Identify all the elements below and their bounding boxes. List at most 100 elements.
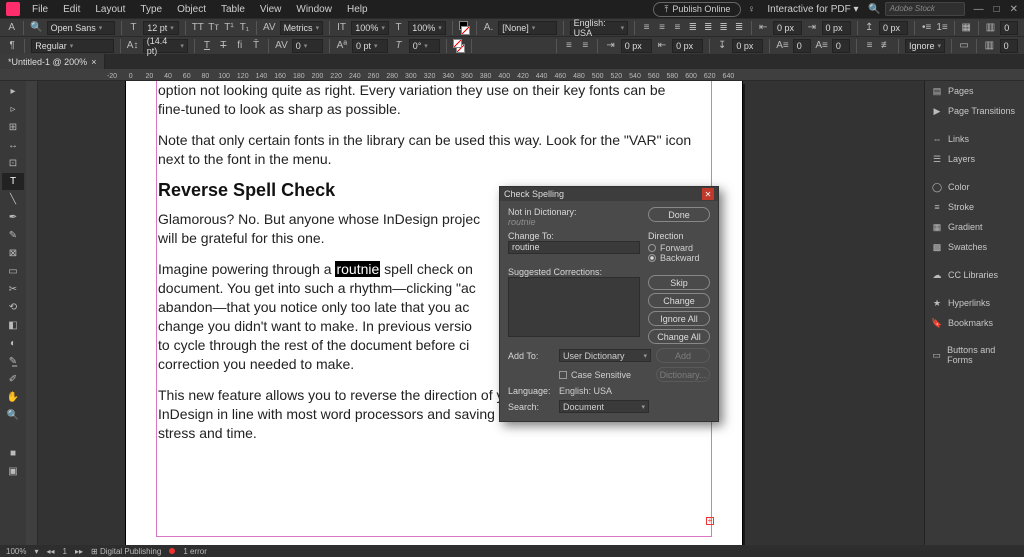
case-sensitive-checkbox[interactable]: Case Sensitive bbox=[559, 370, 631, 380]
shading-icon[interactable]: ▦ bbox=[961, 21, 972, 35]
content-collector-tool-icon[interactable]: ⊡ bbox=[2, 155, 24, 172]
character-formatting-icon[interactable]: A bbox=[6, 21, 17, 35]
font-size-field[interactable]: 12 pt bbox=[143, 21, 179, 35]
tab-close-icon[interactable]: × bbox=[91, 57, 96, 67]
kerning-field[interactable]: Metrics bbox=[280, 21, 324, 35]
free-transform-tool-icon[interactable]: ⟲ bbox=[2, 299, 24, 316]
change-to-input[interactable]: routine bbox=[508, 241, 640, 254]
align-left-icon[interactable]: ≡ bbox=[641, 21, 652, 35]
space-before-field[interactable]: 0 px bbox=[879, 21, 908, 35]
document-tab[interactable]: *Untitled-1 @ 200% × bbox=[0, 54, 105, 69]
dock-panel-hyperlinks[interactable]: ★Hyperlinks bbox=[925, 293, 1024, 313]
stroke-fill-swatch-icon[interactable] bbox=[453, 39, 465, 53]
menu-edit[interactable]: Edit bbox=[57, 2, 86, 17]
rectangle-frame-tool-icon[interactable]: ⊠ bbox=[2, 245, 24, 262]
lastline-indent-field[interactable]: 0 px bbox=[672, 39, 703, 53]
subscript-icon[interactable]: T₁ bbox=[239, 21, 250, 35]
fill-stroke-toolbox-icon[interactable] bbox=[2, 427, 24, 444]
gradient-swatch-tool-icon[interactable]: ◧ bbox=[2, 317, 24, 334]
menu-file[interactable]: File bbox=[26, 2, 54, 17]
font-weight-field[interactable]: Regular bbox=[31, 39, 113, 53]
numbering-icon[interactable]: 1≡ bbox=[936, 21, 947, 35]
dock-panel-stroke[interactable]: ≡Stroke bbox=[925, 197, 1024, 217]
lightbulb-icon[interactable]: ♀ bbox=[744, 2, 758, 16]
zoom-tool-icon[interactable]: 🔍 bbox=[2, 407, 24, 424]
view-mode-icon[interactable]: ▣ bbox=[2, 463, 24, 480]
adobe-stock-search[interactable]: Adobe Stock bbox=[885, 2, 965, 16]
gap-tool-icon[interactable]: ↔ bbox=[2, 137, 24, 154]
nobreak-icon[interactable]: T̄ bbox=[250, 39, 262, 53]
publish-online-button[interactable]: ⤒Publish Online bbox=[653, 2, 741, 17]
left-indent-field[interactable]: 0 px bbox=[773, 21, 802, 35]
justify-left-icon[interactable]: ≣ bbox=[687, 21, 698, 35]
menu-help[interactable]: Help bbox=[341, 2, 374, 17]
dialog-close-icon[interactable]: ✕ bbox=[702, 188, 714, 200]
intent-indicator[interactable]: ⊞ Digital Publishing bbox=[91, 547, 161, 556]
overset-text-indicator-icon[interactable]: + bbox=[706, 517, 714, 525]
ligature-icon[interactable]: fi bbox=[234, 39, 246, 53]
leading-field[interactable]: (14.4 pt) bbox=[143, 39, 188, 53]
align-center-icon[interactable]: ≡ bbox=[656, 21, 667, 35]
add-to-dropdown[interactable]: User Dictionary bbox=[559, 349, 651, 362]
window-close-icon[interactable]: ✕ bbox=[1010, 4, 1018, 15]
strikethrough-icon[interactable]: T bbox=[217, 39, 229, 53]
zoom-dropdown-icon[interactable]: ▾ bbox=[34, 547, 38, 556]
selection-tool-icon[interactable]: ▸ bbox=[2, 83, 24, 100]
firstline-indent-field[interactable]: 0 px bbox=[822, 21, 851, 35]
eyedropper-tool-icon[interactable]: ✐ bbox=[2, 371, 24, 388]
vertical-ruler[interactable] bbox=[26, 81, 38, 545]
align-toward-spine-icon[interactable]: ≡ bbox=[579, 39, 591, 53]
paragraph-formatting-icon[interactable]: ¶ bbox=[6, 39, 18, 53]
columns-field[interactable]: 0 bbox=[1000, 21, 1018, 35]
justify-all-icon[interactable]: ≣ bbox=[733, 21, 744, 35]
dock-panel-layers[interactable]: ☰Layers bbox=[925, 149, 1024, 169]
menu-window[interactable]: Window bbox=[290, 2, 338, 17]
line-tool-icon[interactable]: ╲ bbox=[2, 191, 24, 208]
hyphenation-field[interactable]: Ignore bbox=[905, 39, 945, 53]
page-prev-icon[interactable]: ◂◂ bbox=[46, 547, 54, 556]
baseline-grid-off-icon[interactable]: ≢ bbox=[880, 39, 892, 53]
bullets-icon[interactable]: •≡ bbox=[921, 21, 932, 35]
dock-panel-gradient[interactable]: ▦Gradient bbox=[925, 217, 1024, 237]
menu-layout[interactable]: Layout bbox=[89, 2, 131, 17]
search-font-icon[interactable]: 🔍 bbox=[30, 21, 42, 35]
dock-panel-color[interactable]: ◯Color bbox=[925, 177, 1024, 197]
tracking-field[interactable]: 0 bbox=[292, 39, 323, 53]
align-away-spine-icon[interactable]: ≡ bbox=[563, 39, 575, 53]
language-field[interactable]: English: USA bbox=[570, 21, 629, 35]
menu-view[interactable]: View bbox=[254, 2, 288, 17]
horizontal-ruler[interactable]: -200204060801001201401601802002202402602… bbox=[0, 69, 1024, 81]
zoom-level[interactable]: 100% bbox=[6, 547, 26, 556]
window-minimize-icon[interactable]: — bbox=[974, 4, 984, 15]
baseline-grid-on-icon[interactable]: ≡ bbox=[863, 39, 875, 53]
page-next-icon[interactable]: ▸▸ bbox=[75, 547, 83, 556]
workspace-switcher[interactable]: Interactive for PDF ▾ bbox=[761, 2, 864, 17]
note-tool-icon[interactable]: ✎̲ bbox=[2, 353, 24, 370]
scissors-tool-icon[interactable]: ✂ bbox=[2, 281, 24, 298]
skip-button[interactable]: Skip bbox=[648, 275, 710, 290]
dock-panel-buttons[interactable]: ▭Buttons and Forms bbox=[925, 341, 1024, 369]
selected-misspelling[interactable]: routnie bbox=[335, 261, 380, 277]
underline-icon[interactable]: T bbox=[201, 39, 213, 53]
dropcap-lines-field[interactable]: 0 bbox=[793, 39, 812, 53]
dock-panel-cclib[interactable]: ☁CC Libraries bbox=[925, 265, 1024, 285]
dock-panel-bookmarks[interactable]: 🔖Bookmarks bbox=[925, 313, 1024, 333]
para-border-icon[interactable]: ▭ bbox=[958, 39, 970, 53]
change-button[interactable]: Change bbox=[648, 293, 710, 308]
smallcaps-icon[interactable]: Tᴛ bbox=[208, 21, 219, 35]
dropcap-chars-field[interactable]: 0 bbox=[832, 39, 851, 53]
direct-selection-tool-icon[interactable]: ▹ bbox=[2, 101, 24, 118]
baseline-shift-field[interactable]: 0 pt bbox=[352, 39, 388, 53]
dock-panel-pages[interactable]: ▤Pages bbox=[925, 81, 1024, 101]
menu-type[interactable]: Type bbox=[134, 2, 168, 17]
rectangle-tool-icon[interactable]: ▭ bbox=[2, 263, 24, 280]
direction-backward-radio[interactable]: Backward bbox=[648, 253, 710, 263]
done-button[interactable]: Done bbox=[648, 207, 710, 222]
gradient-feather-tool-icon[interactable]: ◐ bbox=[2, 335, 24, 352]
allcaps-icon[interactable]: TT bbox=[192, 21, 204, 35]
pen-tool-icon[interactable]: ✒ bbox=[2, 209, 24, 226]
apply-color-icon[interactable]: ■ bbox=[2, 445, 24, 462]
dock-panel-swatches[interactable]: ▩Swatches bbox=[925, 237, 1024, 257]
change-all-button[interactable]: Change All bbox=[648, 329, 710, 344]
hand-tool-icon[interactable]: ✋ bbox=[2, 389, 24, 406]
